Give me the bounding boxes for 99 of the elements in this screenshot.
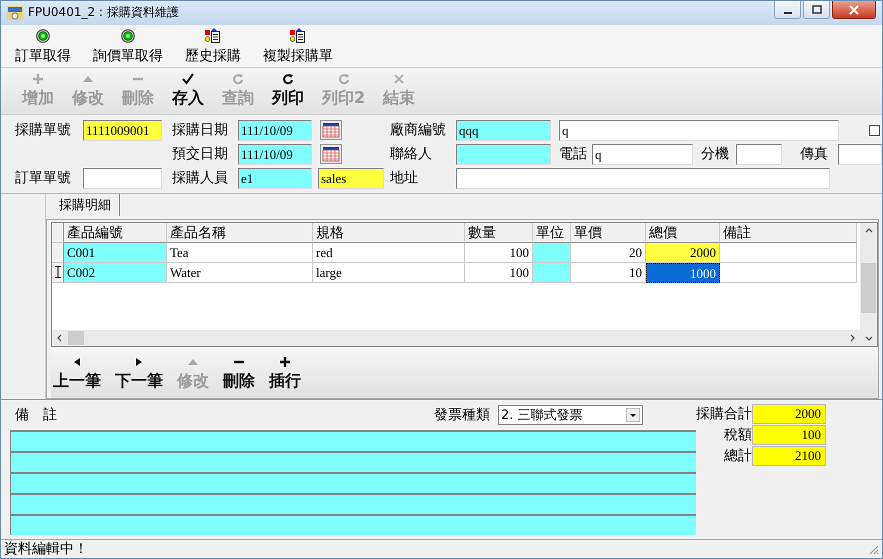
target-icon bbox=[121, 28, 135, 43]
app-icon bbox=[7, 4, 23, 21]
toolbar-button[interactable]: 歷史採購 bbox=[185, 26, 255, 67]
field-label: 採購單號 bbox=[15, 121, 72, 140]
toolbar-button[interactable]: 複製採購單 bbox=[263, 26, 347, 67]
close-icon bbox=[849, 4, 859, 14]
table-cell: C002 bbox=[64, 262, 167, 283]
remarks-line-field[interactable] bbox=[10, 514, 696, 536]
plus-icon bbox=[279, 356, 291, 368]
field-label: 採購日期 bbox=[172, 121, 229, 140]
table-row[interactable]: C001 Tea red 100 20 2000 bbox=[52, 242, 860, 263]
column-header[interactable]: 產品名稱 bbox=[167, 222, 313, 243]
input-field[interactable]: q bbox=[559, 120, 839, 141]
input-field[interactable] bbox=[456, 168, 830, 189]
toolbar-button[interactable]: 刪除 bbox=[221, 356, 263, 392]
close-button[interactable] bbox=[832, 1, 876, 19]
table-cell: 1000 bbox=[646, 262, 720, 283]
field-label: 傳真 bbox=[800, 145, 829, 164]
toolbar-button[interactable]: 插行 bbox=[267, 356, 309, 392]
date-field[interactable]: 111/10/09 bbox=[238, 144, 312, 165]
dropdown-arrow-icon bbox=[626, 408, 640, 422]
vertical-scrollbar[interactable] bbox=[860, 222, 878, 347]
table-cell: 2000 bbox=[646, 242, 720, 263]
toolbar-button[interactable]: 詢價單取得 bbox=[93, 28, 177, 67]
total-label: 總計 bbox=[724, 447, 752, 466]
text-cursor-icon bbox=[54, 266, 60, 278]
close-icon bbox=[393, 72, 406, 85]
total-value: 100 bbox=[752, 425, 826, 446]
row-header-cell[interactable] bbox=[52, 262, 64, 283]
redo-icon bbox=[232, 72, 244, 85]
input-field[interactable]: 1111009001 bbox=[83, 120, 162, 141]
column-header[interactable]: 總價 bbox=[646, 222, 720, 243]
input-field[interactable]: e1 bbox=[238, 168, 312, 189]
toolbar-button[interactable]: 上一筆 bbox=[51, 356, 109, 392]
field-label: 預交日期 bbox=[172, 145, 229, 164]
field-label: 廠商編號 bbox=[390, 121, 447, 140]
table-cell bbox=[533, 262, 571, 283]
input-field[interactable] bbox=[838, 144, 882, 165]
remarks-line-field[interactable] bbox=[10, 451, 696, 472]
check-icon bbox=[182, 72, 194, 85]
total-value: 2000 bbox=[752, 404, 826, 424]
scrollbar-thumb[interactable] bbox=[861, 262, 876, 313]
table-cell bbox=[533, 242, 571, 263]
status-text: 資料編輯中！ bbox=[4, 540, 88, 558]
remarks-line-field[interactable] bbox=[10, 472, 696, 494]
table-cell: Water bbox=[167, 262, 313, 283]
scrollbar-thumb[interactable] bbox=[68, 330, 84, 345]
table-row[interactable]: C002 Water large 100 10 1000 bbox=[52, 262, 860, 283]
total-label: 稅額 bbox=[724, 426, 752, 444]
column-header[interactable]: 單位 bbox=[533, 222, 571, 243]
toolbar-button[interactable]: 訂單取得 bbox=[15, 28, 85, 67]
toolbar-button[interactable]: 列印 bbox=[263, 72, 313, 109]
field-label: 聯絡人 bbox=[390, 145, 433, 164]
column-header[interactable]: 產品編號 bbox=[64, 222, 167, 243]
table-cell: C001 bbox=[64, 242, 167, 263]
target-icon bbox=[36, 28, 50, 43]
horizontal-scrollbar[interactable] bbox=[52, 330, 860, 346]
column-header[interactable]: 規格 bbox=[313, 222, 465, 243]
field-label: 訂單單號 bbox=[15, 169, 72, 188]
window-title: FPU0401_2 : 採購資料維護 bbox=[28, 4, 179, 22]
table-cell: large bbox=[313, 262, 465, 283]
column-header[interactable]: 單價 bbox=[571, 222, 646, 243]
remarks-line-field[interactable] bbox=[10, 430, 696, 452]
invoice-type-dropdown[interactable]: 2. 三聯式發票 bbox=[498, 405, 643, 426]
maximize-button[interactable] bbox=[803, 1, 830, 19]
maximize-icon bbox=[812, 4, 822, 14]
input-field[interactable]: q bbox=[592, 144, 693, 165]
input-field[interactable]: qqq bbox=[456, 120, 551, 141]
row-header-cell[interactable] bbox=[52, 242, 64, 263]
column-header[interactable]: 備註 bbox=[720, 222, 857, 243]
redo-icon bbox=[338, 72, 350, 85]
total-value: 2100 bbox=[752, 446, 826, 466]
table-cell: red bbox=[313, 242, 465, 263]
field-label: 採購人員 bbox=[172, 169, 229, 188]
input-field[interactable] bbox=[83, 168, 162, 189]
table-cell: Tea bbox=[167, 242, 313, 263]
checkbox[interactable] bbox=[869, 124, 880, 136]
calendar-icon[interactable] bbox=[320, 120, 342, 140]
field-label: 地址 bbox=[390, 169, 419, 188]
corner-header-cell bbox=[52, 222, 64, 243]
input-field[interactable] bbox=[736, 144, 782, 165]
field-label: 發票種類 bbox=[434, 406, 490, 424]
resize-grip-icon[interactable] bbox=[867, 543, 879, 556]
plus-icon bbox=[32, 72, 44, 85]
total-label: 採購合計 bbox=[696, 405, 752, 424]
remarks-line-field[interactable] bbox=[10, 493, 696, 514]
field-label: 電話 bbox=[559, 145, 588, 164]
input-field[interactable]: sales bbox=[318, 168, 384, 189]
calendar-icon[interactable] bbox=[320, 144, 342, 164]
column-header[interactable]: 數量 bbox=[465, 222, 533, 243]
minimize-button[interactable] bbox=[774, 1, 801, 19]
input-field[interactable] bbox=[456, 144, 551, 165]
toolbar-button[interactable]: 存入 bbox=[163, 72, 213, 109]
toolbar-button[interactable]: 下一筆 bbox=[113, 356, 171, 392]
minimize-icon bbox=[784, 12, 792, 14]
remarks-label: 備 註 bbox=[15, 406, 57, 424]
date-field[interactable]: 111/10/09 bbox=[238, 120, 312, 141]
redo-icon bbox=[282, 72, 294, 85]
field-label: 分機 bbox=[701, 145, 730, 164]
